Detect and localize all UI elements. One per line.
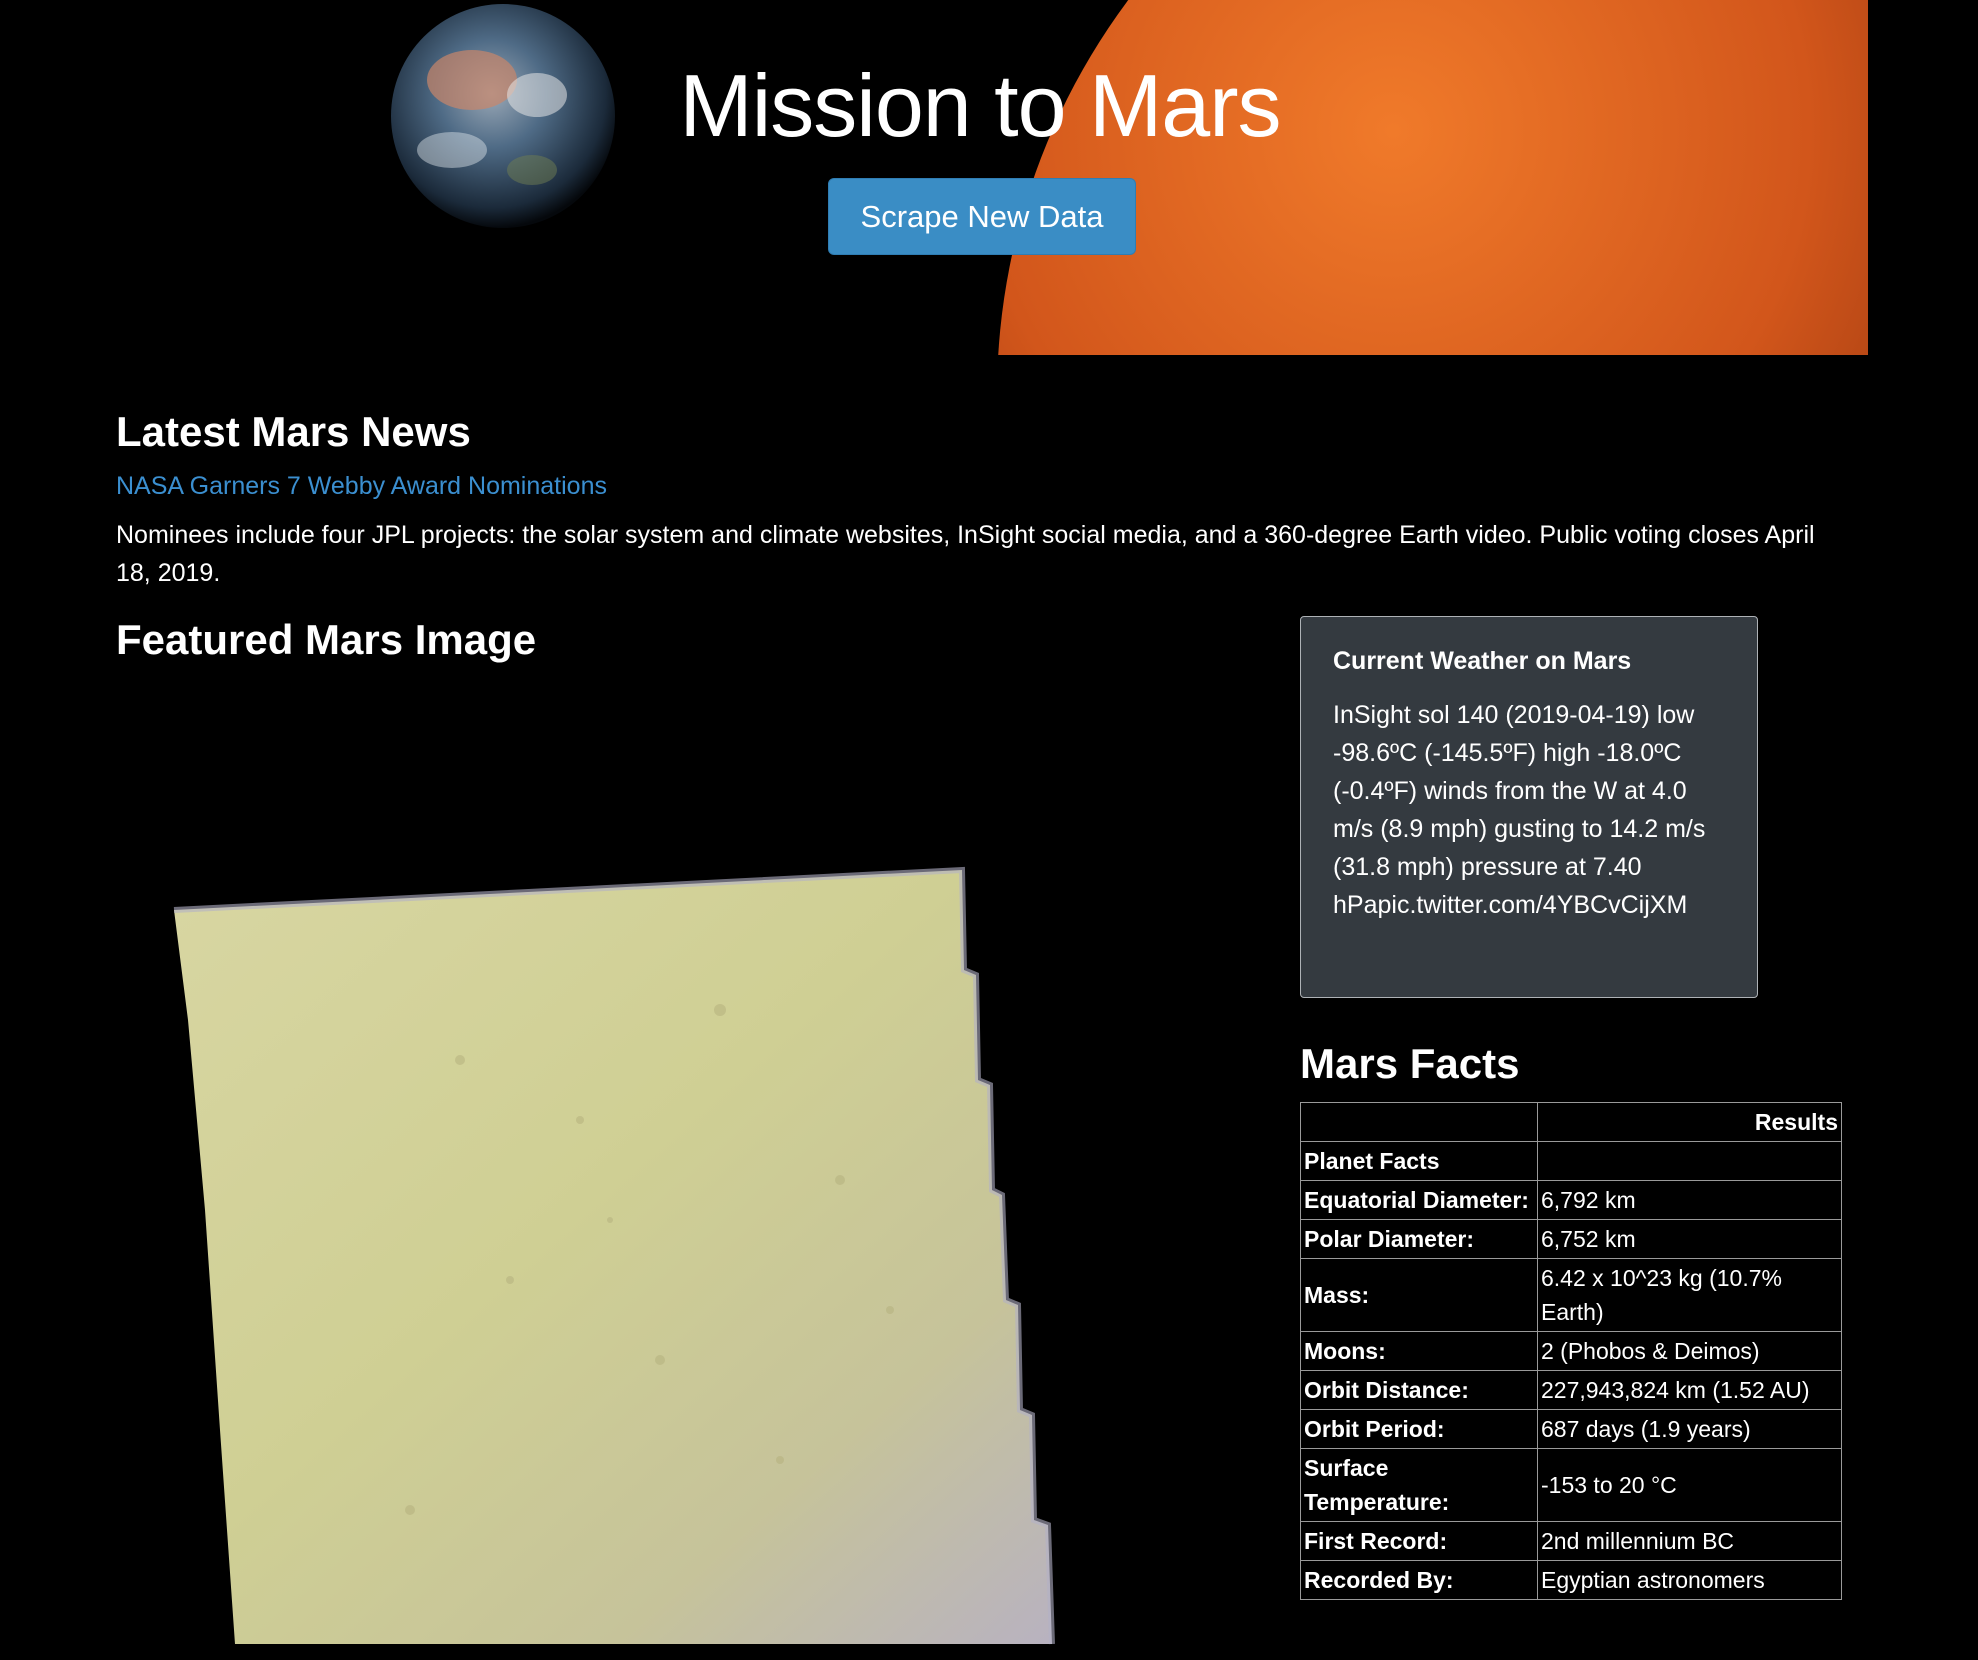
fact-label: Orbit Period: xyxy=(1300,1409,1538,1449)
table-row: Orbit Distance: 227,943,824 km (1.52 AU) xyxy=(1300,1370,1842,1410)
page-title: Mission to Mars xyxy=(679,56,1281,155)
fact-label: Surface Temperature: xyxy=(1300,1448,1538,1522)
fact-label: Mass: xyxy=(1300,1258,1538,1332)
featured-image-heading: Featured Mars Image xyxy=(116,616,537,663)
fact-label: Planet Facts xyxy=(1300,1141,1538,1181)
table-row: Moons: 2 (Phobos & Deimos) xyxy=(1300,1331,1842,1371)
mars-facts-table: Results Planet Facts Equatorial Diameter… xyxy=(1300,1102,1842,1600)
table-header-cell xyxy=(1300,1102,1538,1142)
fact-label: Polar Diameter: xyxy=(1300,1219,1538,1259)
fact-value: 6,752 km xyxy=(1537,1219,1842,1259)
news-headline-link[interactable]: NASA Garners 7 Webby Award Nominations xyxy=(116,472,607,501)
fact-label: Moons: xyxy=(1300,1331,1538,1371)
table-header-row: Results xyxy=(1300,1102,1842,1142)
weather-report-text: InSight sol 140 (2019-04-19) low -98.6ºC… xyxy=(1333,701,1706,919)
fact-value: -153 to 20 °C xyxy=(1537,1448,1842,1522)
featured-mars-image xyxy=(173,866,1055,1645)
fact-value: 6,792 km xyxy=(1537,1180,1842,1220)
table-row: Polar Diameter: 6,752 km xyxy=(1300,1219,1842,1259)
table-row: Orbit Period: 687 days (1.9 years) xyxy=(1300,1409,1842,1449)
fact-label: Orbit Distance: xyxy=(1300,1370,1538,1410)
table-header-cell: Results xyxy=(1537,1102,1842,1142)
fact-value: 687 days (1.9 years) xyxy=(1537,1409,1842,1449)
news-paragraph: Nominees include four JPL projects: the … xyxy=(116,521,1815,587)
table-row: Equatorial Diameter: 6,792 km xyxy=(1300,1180,1842,1220)
latest-news-heading: Latest Mars News xyxy=(116,408,471,455)
fact-value: 6.42 x 10^23 kg (10.7% Earth) xyxy=(1537,1258,1842,1332)
fact-value xyxy=(1537,1141,1842,1181)
mars-facts-heading: Mars Facts xyxy=(1300,1040,1520,1087)
hero-banner: Mission to Mars Scrape New Data xyxy=(92,0,1868,355)
fact-value: 227,943,824 km (1.52 AU) xyxy=(1537,1370,1842,1410)
fact-value: 2 (Phobos & Deimos) xyxy=(1537,1331,1842,1371)
weather-card: Current Weather on Mars InSight sol 140 … xyxy=(1300,616,1758,998)
scrape-new-data-button[interactable]: Scrape New Data xyxy=(828,178,1136,255)
fact-value: 2nd millennium BC xyxy=(1537,1521,1842,1561)
table-row: First Record: 2nd millennium BC xyxy=(1300,1521,1842,1561)
table-row: Mass: 6.42 x 10^23 kg (10.7% Earth) xyxy=(1300,1258,1842,1332)
fact-label: Equatorial Diameter: xyxy=(1300,1180,1538,1220)
fact-label: Recorded By: xyxy=(1300,1560,1538,1600)
table-row: Surface Temperature: -153 to 20 °C xyxy=(1300,1448,1842,1522)
table-row: Planet Facts xyxy=(1300,1141,1842,1181)
weather-card-title: Current Weather on Mars xyxy=(1333,647,1632,675)
table-row: Recorded By: Egyptian astronomers xyxy=(1300,1560,1842,1600)
fact-value: Egyptian astronomers xyxy=(1537,1560,1842,1600)
fact-label: First Record: xyxy=(1300,1521,1538,1561)
